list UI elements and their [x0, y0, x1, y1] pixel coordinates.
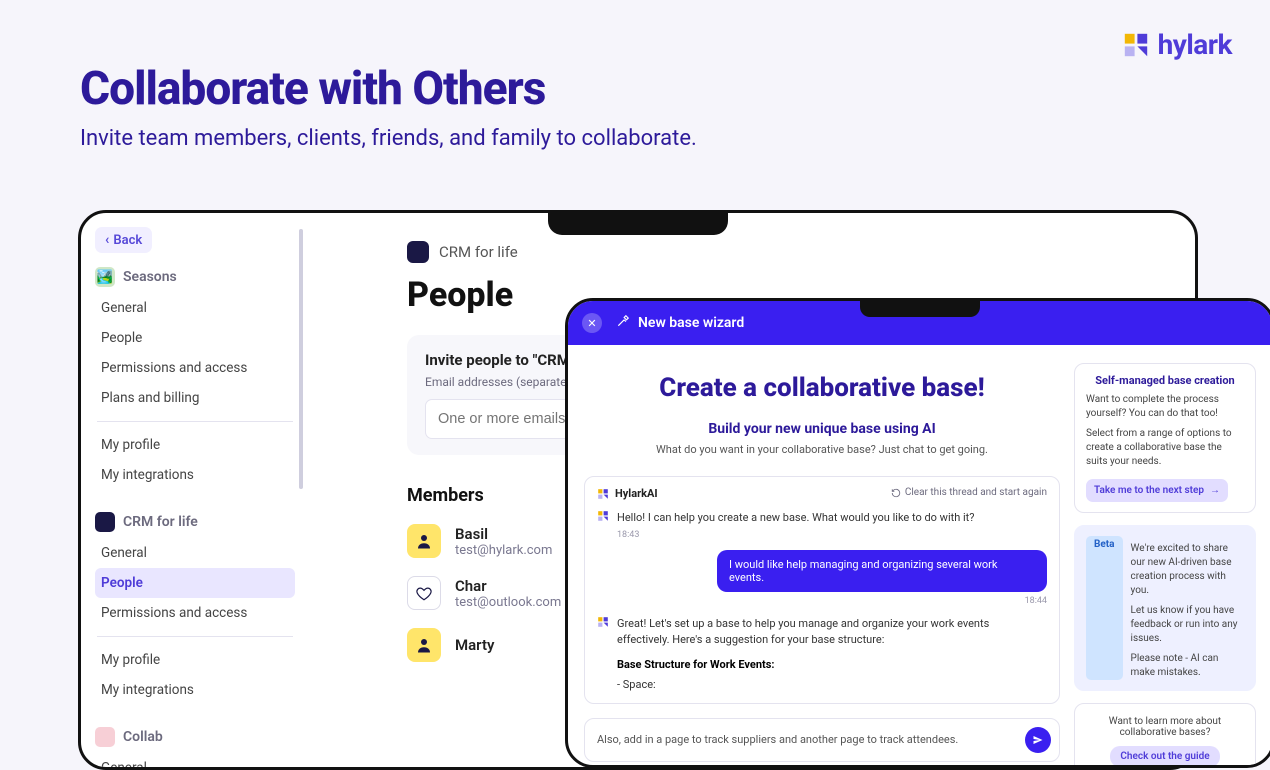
sidebar-group-label: Collab — [123, 729, 163, 745]
crm-icon — [95, 512, 115, 532]
chat-thread: HylarkAI Clear this thread and start aga… — [584, 476, 1060, 704]
brand-name: hylark — [1158, 28, 1232, 61]
sidebar-item[interactable]: General — [95, 753, 295, 770]
sidebar-item[interactable]: Permissions and access — [95, 353, 295, 383]
card-text: We're excited to share our new AI-driven… — [1131, 542, 1244, 598]
close-button[interactable]: ✕ — [582, 313, 602, 333]
member-name: Char — [455, 577, 561, 595]
guide-card: Want to learn more about collaborative b… — [1074, 703, 1256, 768]
hero-subtitle: Invite team members, clients, friends, a… — [80, 126, 697, 151]
send-button[interactable] — [1025, 727, 1051, 753]
wizard-sidebar: Self-managed base creation Want to compl… — [1074, 363, 1256, 765]
bot-message: Hello! I can help you create a new base.… — [617, 510, 974, 526]
chat-bot-name: HylarkAI — [615, 487, 658, 500]
chat-input-row: Also, add in a page to track suppliers a… — [584, 718, 1060, 762]
member-name: Basil — [455, 525, 552, 543]
breadcrumb-text: CRM for life — [439, 243, 518, 261]
user-message: I would like help managing and organizin… — [717, 550, 1047, 592]
collab-icon — [95, 727, 115, 747]
back-button-label: Back — [113, 233, 142, 248]
card-text: Select from a range of options to create… — [1086, 427, 1244, 469]
device-notch — [860, 299, 980, 317]
sidebar-group-crm[interactable]: CRM for life — [95, 512, 295, 532]
member-name: Marty — [455, 636, 494, 654]
card-text: Let us know if you have feedback or run … — [1131, 604, 1244, 646]
member-email: test@outlook.com — [455, 595, 561, 610]
sidebar-item[interactable]: My integrations — [95, 675, 295, 705]
brand-logo: hylark — [1122, 28, 1232, 61]
wizard-prompt: What do you want in your collaborative b… — [656, 443, 988, 456]
chevron-left-icon: ‹ — [105, 232, 109, 248]
clear-thread-button[interactable]: Clear this thread and start again — [891, 487, 1047, 498]
scrollbar[interactable] — [299, 229, 303, 489]
card-title: Self-managed base creation — [1086, 374, 1244, 387]
settings-sidebar: ‹ Back 🏞️ Seasons General People Permiss… — [81, 213, 307, 767]
card-text: Want to complete the process yourself? Y… — [1086, 393, 1244, 421]
logo-mark-icon — [1122, 31, 1150, 59]
avatar — [407, 524, 441, 558]
message-time: 18:43 — [617, 530, 974, 540]
divider — [97, 421, 293, 422]
sidebar-item[interactable]: Plans and billing — [95, 383, 295, 413]
sidebar-item[interactable]: People — [95, 323, 295, 353]
divider — [97, 636, 293, 637]
arrow-right-icon: → — [1210, 485, 1220, 496]
sidebar-group-label: CRM for life — [123, 514, 198, 530]
hylark-mark-icon — [597, 616, 609, 628]
breadcrumb-icon — [407, 241, 429, 263]
message-time: 18:44 — [597, 596, 1047, 606]
avatar — [407, 628, 441, 662]
beta-badge: Beta — [1086, 536, 1123, 680]
member-email: test@hylark.com — [455, 543, 552, 558]
sidebar-item[interactable]: Permissions and access — [95, 598, 295, 628]
hero-title: Collaborate with Others — [80, 62, 697, 116]
device-notch — [548, 211, 728, 235]
beta-card: Beta We're excited to share our new AI-d… — [1074, 525, 1256, 691]
sidebar-item[interactable]: General — [95, 538, 295, 568]
bot-message: Great! Let's set up a base to help you m… — [617, 616, 1037, 648]
sidebar-group-seasons[interactable]: 🏞️ Seasons — [95, 267, 295, 287]
sidebar-group-collab[interactable]: Collab — [95, 727, 295, 747]
wizard-title: New base wizard — [638, 315, 744, 331]
device-wizard: ✕ New base wizard Create a collaborative… — [565, 298, 1270, 768]
sidebar-item[interactable]: General — [95, 293, 295, 323]
card-text: Want to learn more about collaborative b… — [1085, 716, 1245, 738]
guide-button[interactable]: Check out the guide — [1110, 746, 1219, 767]
seasons-icon: 🏞️ — [95, 267, 115, 287]
chat-input[interactable]: Also, add in a page to track suppliers a… — [597, 733, 1017, 746]
wizard-icon — [616, 314, 630, 332]
next-step-button[interactable]: Take me to the next step → — [1086, 479, 1228, 502]
sidebar-item[interactable]: My integrations — [95, 460, 295, 490]
structure-line: - Space: — [617, 677, 1037, 693]
sidebar-item-active[interactable]: People — [95, 568, 295, 598]
hylark-mark-icon — [597, 488, 609, 500]
card-text: Please note - AI can make mistakes. — [1131, 652, 1244, 680]
breadcrumb: CRM for life — [407, 241, 1195, 263]
hylark-mark-icon — [597, 510, 609, 522]
avatar — [407, 576, 441, 610]
structure-heading: Base Structure for Work Events: — [617, 658, 1037, 671]
hero-block: Collaborate with Others Invite team memb… — [80, 62, 697, 151]
wizard-heading: Create a collaborative base! — [659, 373, 984, 403]
wizard-subheading: Build your new unique base using AI — [708, 421, 935, 437]
self-managed-card: Self-managed base creation Want to compl… — [1074, 363, 1256, 513]
sidebar-item[interactable]: My profile — [95, 430, 295, 460]
sidebar-item[interactable]: My profile — [95, 645, 295, 675]
sidebar-group-label: Seasons — [123, 269, 177, 285]
back-button[interactable]: ‹ Back — [95, 227, 152, 253]
